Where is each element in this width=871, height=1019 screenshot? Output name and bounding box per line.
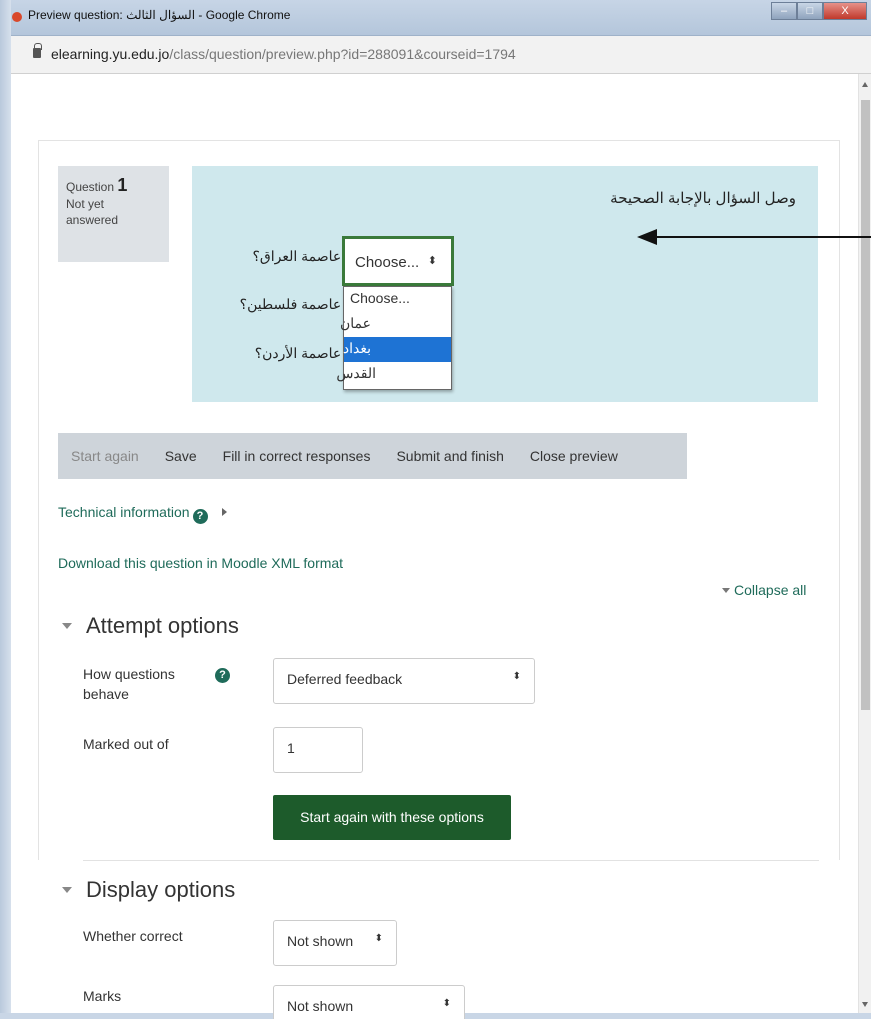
collapse-all-link[interactable]: Collapse all [722, 582, 806, 598]
collapse-arrow-icon [722, 588, 730, 593]
question-text: وصل السؤال بالإجابة الصحيحة [610, 190, 796, 207]
scroll-down-arrow-icon[interactable] [862, 1002, 868, 1007]
technical-info-label: Technical information [58, 504, 190, 520]
question-label: Question [66, 180, 115, 194]
pointer-arrow-line [655, 236, 871, 238]
whether-correct-select[interactable]: Not shown ⬍ [273, 920, 397, 966]
select-arrows-icon: ⬍ [427, 255, 437, 267]
scroll-up-arrow-icon[interactable] [862, 82, 868, 87]
marks-select[interactable]: Not shown ⬍ [273, 985, 465, 1019]
maximize-button[interactable]: □ [797, 2, 823, 20]
url-path: /class/question/preview.php?id=288091&co… [169, 46, 516, 62]
display-options-title: Display options [86, 877, 236, 902]
start-again-with-options-button[interactable]: Start again with these options [273, 795, 511, 840]
url-text[interactable]: elearning.yu.edu.jo/class/question/previ… [51, 46, 516, 62]
question-number: Question 1 [66, 174, 161, 197]
marked-out-of-input[interactable]: 1 [273, 727, 363, 773]
minimize-button[interactable]: – [771, 2, 797, 20]
question-info-box: Question 1 Not yet answered [58, 166, 169, 262]
window-controls: – □ X [771, 2, 867, 20]
select-arrows-icon: ⬍ [374, 933, 383, 944]
answer-dropdown-list[interactable]: Choose... عمان بغداد القدس [336, 286, 452, 390]
chrome-icon [12, 12, 22, 22]
section-divider [83, 860, 819, 861]
preview-controls: Start again Save Fill in correct respons… [58, 433, 687, 479]
download-xml-link[interactable]: Download this question in Moodle XML for… [58, 555, 343, 571]
select-arrows-icon: ⬍ [512, 671, 521, 682]
expand-arrow-icon[interactable] [221, 508, 227, 516]
behave-label: How questions behave [83, 666, 175, 703]
close-window-button[interactable]: X [823, 2, 867, 20]
dropdown-option[interactable]: عمان [340, 312, 451, 337]
vertical-scrollbar[interactable] [858, 74, 871, 1013]
window-titlebar: Preview question: السؤال الثالث - Google… [0, 0, 871, 36]
attempt-options-title: Attempt options [86, 613, 239, 638]
window-title: Preview question: السؤال الثالث - Google… [28, 8, 291, 22]
question-content-panel: وصل السؤال بالإجابة الصحيحة [192, 166, 818, 402]
behaviour-select-value: Deferred feedback [287, 671, 403, 687]
lock-icon [33, 43, 42, 58]
dropdown-option[interactable]: Choose... [344, 287, 451, 312]
question-number-value: 1 [117, 175, 128, 195]
whether-correct-label: Whether correct [83, 928, 183, 944]
answer-select-value: Choose... [355, 254, 420, 271]
help-icon[interactable]: ? [215, 668, 230, 683]
pointer-arrow-icon [637, 229, 657, 245]
save-button[interactable]: Save [152, 448, 210, 464]
answer-select[interactable]: Choose... ⬍ [342, 236, 454, 286]
attempt-options-header[interactable]: Attempt options [62, 613, 239, 639]
start-again-button[interactable]: Start again [58, 448, 152, 464]
close-preview-button[interactable]: Close preview [517, 448, 631, 464]
dropdown-option-selected[interactable]: بغداد [343, 337, 451, 362]
section-toggle-icon [62, 623, 72, 629]
marked-out-of-label: Marked out of [83, 736, 169, 752]
technical-info-link[interactable]: Technical information? [58, 504, 227, 524]
address-bar[interactable]: elearning.yu.edu.jo/class/question/previ… [11, 36, 871, 74]
display-options-header[interactable]: Display options [62, 877, 235, 903]
url-host: elearning.yu.edu.jo [51, 46, 170, 62]
collapse-all-label: Collapse all [734, 582, 807, 598]
help-icon[interactable]: ? [192, 509, 208, 524]
window-left-border [0, 0, 11, 1019]
dropdown-option[interactable]: القدس [336, 362, 451, 387]
marks-label: Marks [83, 988, 122, 1004]
section-toggle-icon [62, 887, 72, 893]
scrollbar-thumb[interactable] [861, 100, 870, 710]
question-state: Not yet answered [66, 197, 119, 227]
behaviour-select[interactable]: Deferred feedback ⬍ [273, 658, 535, 704]
select-arrows-icon: ⬍ [442, 998, 451, 1009]
whether-correct-value: Not shown [287, 933, 354, 949]
submit-finish-button[interactable]: Submit and finish [383, 448, 516, 464]
marks-value: Not shown [287, 998, 354, 1014]
fill-correct-button[interactable]: Fill in correct responses [210, 448, 384, 464]
